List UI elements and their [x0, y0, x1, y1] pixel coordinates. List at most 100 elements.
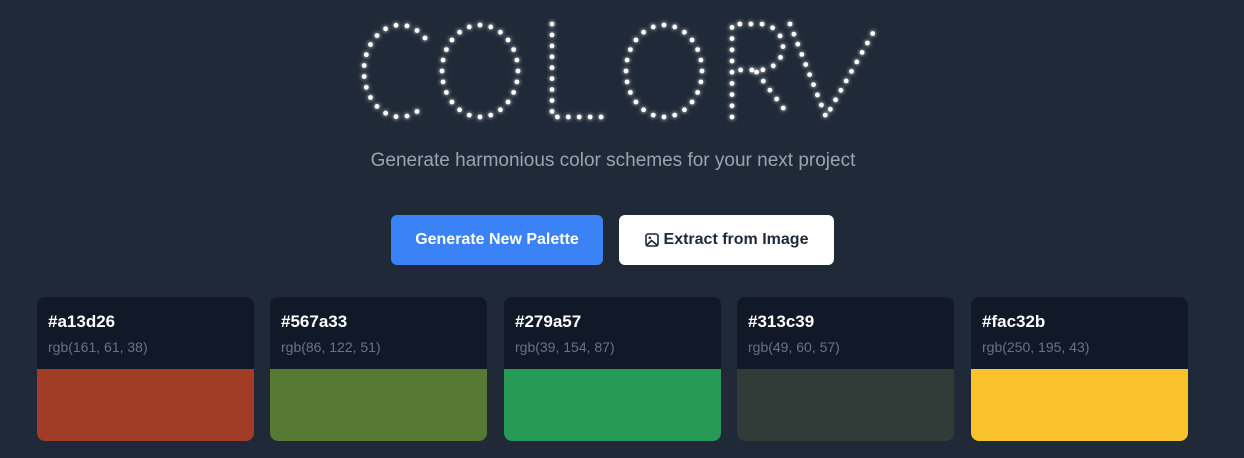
logo-dot [827, 106, 833, 112]
logo-dot [383, 26, 388, 32]
color-swatch[interactable] [37, 369, 254, 441]
logo-dot [780, 105, 786, 111]
logo-dot [511, 90, 516, 95]
logo-dot [623, 68, 629, 74]
logo-dot [414, 28, 420, 33]
logo-dot [729, 92, 735, 97]
color-swatch[interactable] [971, 369, 1188, 441]
color-swatch[interactable] [737, 369, 954, 441]
logo-dot [774, 96, 779, 102]
logo-dot [628, 90, 633, 95]
logo-dot [633, 99, 639, 105]
logo-dot [383, 110, 388, 116]
logo-dot [795, 41, 801, 47]
color-card[interactable]: #279a57 rgb(39, 154, 87) [504, 297, 721, 441]
logo-dot [363, 52, 369, 58]
logo-dot [368, 42, 373, 47]
logo-dot [466, 24, 472, 30]
extract-from-image-button[interactable]: Extract from Image [619, 215, 834, 265]
color-hex[interactable]: #567a33 [281, 312, 487, 332]
color-hex[interactable]: #279a57 [515, 312, 721, 332]
page-subtitle: Generate harmonious color schemes for yo… [370, 150, 856, 171]
logo-dot [729, 36, 735, 41]
generate-palette-button[interactable]: Generate New Palette [391, 215, 603, 265]
logo-dot [514, 79, 520, 85]
logo-dot [505, 99, 511, 105]
logo-dot [393, 114, 399, 120]
logo-dot [440, 57, 446, 63]
logo-dot [780, 44, 786, 49]
color-card[interactable]: #a13d26 rgb(161, 61, 38) [37, 297, 254, 441]
color-swatch[interactable] [270, 369, 487, 441]
logo-dot [729, 69, 735, 75]
logo-dot [363, 84, 369, 90]
logo-dot [555, 114, 560, 120]
color-hex[interactable]: #fac32b [982, 312, 1188, 332]
logo-dot [444, 90, 449, 95]
logo-dot [791, 31, 797, 37]
logo-dot [404, 113, 410, 119]
color-hex[interactable]: #a13d26 [48, 312, 254, 332]
logo-dot [598, 114, 604, 120]
logo-dot [414, 109, 420, 114]
color-hex[interactable]: #313c39 [748, 312, 954, 332]
logo-dot [770, 25, 775, 31]
logo-dot [488, 112, 494, 118]
logo-dot [440, 79, 446, 85]
logo-dotted-lettering [361, 21, 876, 120]
logo-dot [729, 58, 735, 64]
logo-dot [760, 78, 766, 84]
logo-dot [777, 33, 783, 39]
logo-dot [699, 68, 705, 74]
color-swatch[interactable] [504, 369, 721, 441]
logo-dot [689, 37, 695, 43]
logo-dot [498, 29, 503, 35]
color-rgb: rgb(39, 154, 87) [515, 339, 615, 355]
logo-dot [859, 50, 865, 55]
logo-dot [749, 67, 755, 73]
logo-dot [515, 68, 521, 74]
logo-dot [549, 32, 555, 38]
logo-dot [361, 74, 367, 79]
logo-dot [695, 90, 700, 95]
logo-dot [770, 63, 776, 69]
logo-dot [422, 35, 428, 41]
logo-dot [549, 98, 555, 103]
logo-dot [404, 23, 410, 29]
logo-dot [624, 57, 630, 63]
logo-dot [549, 109, 555, 114]
logo-dot [374, 104, 380, 109]
color-rgb: rgb(86, 122, 51) [281, 339, 381, 355]
logo-dot [549, 87, 555, 92]
logo-dot [672, 24, 678, 30]
logo-dot [737, 21, 743, 27]
logo-dot [457, 29, 462, 35]
app-logo [350, 20, 880, 122]
logo-dot [498, 107, 503, 113]
logo-dot [689, 99, 695, 105]
logo-dot [729, 81, 735, 86]
logo-dot [803, 62, 809, 67]
color-card[interactable]: #fac32b rgb(250, 195, 43) [971, 297, 1188, 441]
logo-dot [838, 87, 844, 93]
logo-dot [439, 68, 445, 74]
logo-dot [698, 57, 704, 63]
logo-dot [565, 114, 571, 120]
logo-dot [505, 37, 511, 43]
logo-dot [870, 31, 876, 36]
logo-dot [393, 22, 399, 28]
color-card[interactable]: #567a33 rgb(86, 122, 51) [270, 297, 487, 441]
logo-dot [641, 107, 646, 113]
logo-dot [650, 24, 656, 30]
logo-dot [650, 112, 656, 118]
logo-dot [833, 97, 838, 103]
logo-dot [549, 76, 555, 81]
logo-dot [815, 92, 820, 98]
logo-dot [361, 63, 367, 68]
color-card[interactable]: #313c39 rgb(49, 60, 57) [737, 297, 954, 441]
logo-dot [628, 47, 633, 52]
extract-from-image-label: Extract from Image [663, 231, 809, 248]
logo-dot [767, 87, 773, 93]
logo-dot [778, 55, 783, 60]
logo-dot [368, 95, 373, 100]
